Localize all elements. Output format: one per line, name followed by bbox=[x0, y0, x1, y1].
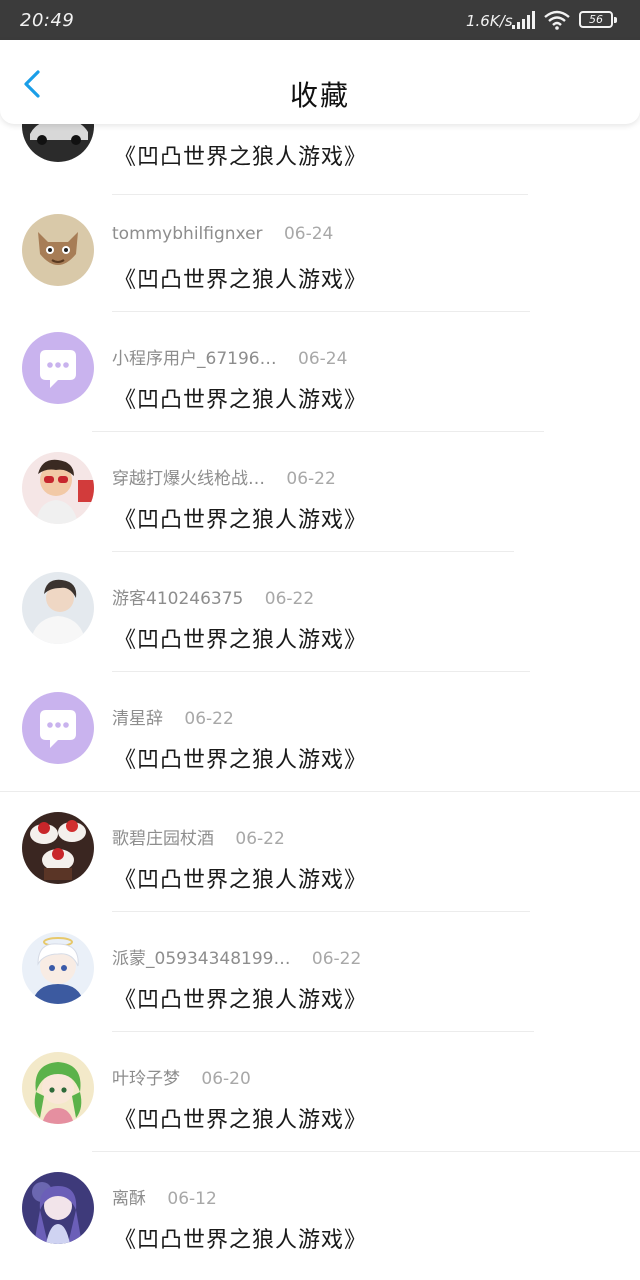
item-title: 《凹凸世界之狼人游戏》 bbox=[114, 1108, 368, 1133]
cat-cartoon-avatar bbox=[22, 214, 94, 286]
item-date: 06-24 bbox=[298, 349, 348, 369]
item-title: 《凹凸世界之狼人游戏》 bbox=[114, 1228, 368, 1253]
avatar bbox=[22, 1172, 94, 1244]
anime-green-hair-avatar bbox=[22, 1052, 94, 1124]
item-date: 06-20 bbox=[201, 1069, 251, 1089]
avatar bbox=[22, 932, 94, 1004]
item-date: 06-22 bbox=[286, 469, 336, 489]
car-photo-avatar bbox=[22, 124, 94, 162]
list-item[interactable]: 穿越打爆火线枪战… 06-22 《凹凸世界之狼人游戏》 bbox=[0, 426, 640, 552]
item-title: 《凹凸世界之狼人游戏》 bbox=[114, 145, 368, 170]
user-name[interactable]: 穿越打爆火线枪战… bbox=[112, 464, 265, 489]
user-name[interactable]: 清星辞 bbox=[112, 704, 163, 729]
avatar bbox=[22, 214, 94, 286]
avatar bbox=[22, 1052, 94, 1124]
status-time: 20:49 bbox=[20, 10, 75, 31]
user-name[interactable]: 小程序用户_67196… bbox=[112, 344, 277, 369]
item-date: 06-22 bbox=[311, 949, 362, 969]
user-name[interactable]: 叶玲子梦 bbox=[112, 1064, 180, 1089]
avatar bbox=[22, 124, 94, 162]
list-item[interactable]: 歌碧庄园杖酒 06-22 《凹凸世界之狼人游戏》 bbox=[0, 786, 640, 912]
avatar bbox=[22, 812, 94, 884]
user-name[interactable]: 派蒙_05934348199… bbox=[112, 944, 290, 969]
anime-purple-avatar bbox=[22, 1172, 94, 1244]
avatar bbox=[22, 332, 94, 404]
list-item[interactable]: tommybhilfignxer 06-24 《凹凸世界之狼人游戏》 bbox=[0, 186, 640, 312]
user-name[interactable]: 离酥 bbox=[112, 1184, 146, 1209]
chat-bubble-icon bbox=[22, 692, 94, 764]
list-item[interactable]: 清星辞 06-22 《凹凸世界之狼人游戏》 bbox=[0, 666, 640, 792]
list-item[interactable]: 离酥 06-12 《凹凸世界之狼人游戏》 bbox=[0, 1146, 640, 1266]
user-name[interactable]: 游客410246375 bbox=[112, 584, 243, 609]
signal-icon bbox=[512, 11, 535, 29]
chat-bubble-icon bbox=[22, 332, 94, 404]
item-title: 《凹凸世界之狼人游戏》 bbox=[114, 508, 368, 533]
user-name[interactable]: 歌碧庄园杖酒 bbox=[112, 824, 214, 849]
app-header: 收藏 bbox=[0, 40, 640, 124]
young-man-avatar bbox=[22, 572, 94, 644]
avatar bbox=[22, 452, 94, 524]
anime-white-hair-avatar bbox=[22, 932, 94, 1004]
boy-sunglasses-avatar bbox=[22, 452, 94, 524]
user-name[interactable]: tommybhilfignxer bbox=[112, 224, 263, 244]
battery-level: 56 bbox=[589, 13, 603, 26]
item-date: 06-24 bbox=[283, 224, 334, 244]
list-item[interactable]: 派蒙_05934348199… 06-22 《凹凸世界之狼人游戏》 bbox=[0, 906, 640, 1032]
item-date: 06-22 bbox=[264, 589, 315, 609]
list-item[interactable]: 《凹凸世界之狼人游戏》 bbox=[0, 124, 640, 195]
item-date: 06-12 bbox=[167, 1189, 217, 1209]
wifi-icon bbox=[544, 10, 570, 30]
item-title: 《凹凸世界之狼人游戏》 bbox=[114, 988, 368, 1013]
item-title: 《凹凸世界之狼人游戏》 bbox=[114, 268, 368, 293]
list-item[interactable]: 叶玲子梦 06-20 《凹凸世界之狼人游戏》 bbox=[0, 1026, 640, 1152]
avatar bbox=[22, 572, 94, 644]
page-title: 收藏 bbox=[289, 79, 350, 112]
list-item[interactable]: 游客410246375 06-22 《凹凸世界之狼人游戏》 bbox=[0, 546, 640, 672]
item-title: 《凹凸世界之狼人游戏》 bbox=[114, 628, 368, 653]
battery-icon: 56 bbox=[579, 11, 617, 28]
item-title: 《凹凸世界之狼人游戏》 bbox=[114, 868, 368, 893]
item-title: 《凹凸世界之狼人游戏》 bbox=[114, 388, 368, 413]
item-date: 06-22 bbox=[184, 709, 234, 729]
favorites-list: 《凹凸世界之狼人游戏》 tommybhilfignxer 06-24 《凹凸世界… bbox=[0, 124, 640, 1280]
item-date: 06-22 bbox=[235, 829, 285, 849]
list-item[interactable]: 小程序用户_67196… 06-24 《凹凸世界之狼人游戏》 bbox=[0, 306, 640, 432]
cupcakes-avatar bbox=[22, 812, 94, 884]
network-speed: 1.6K/s bbox=[466, 12, 513, 30]
avatar bbox=[22, 692, 94, 764]
status-bar: 20:49 1.6K/s 56 bbox=[0, 0, 640, 40]
item-title: 《凹凸世界之狼人游戏》 bbox=[114, 748, 368, 773]
